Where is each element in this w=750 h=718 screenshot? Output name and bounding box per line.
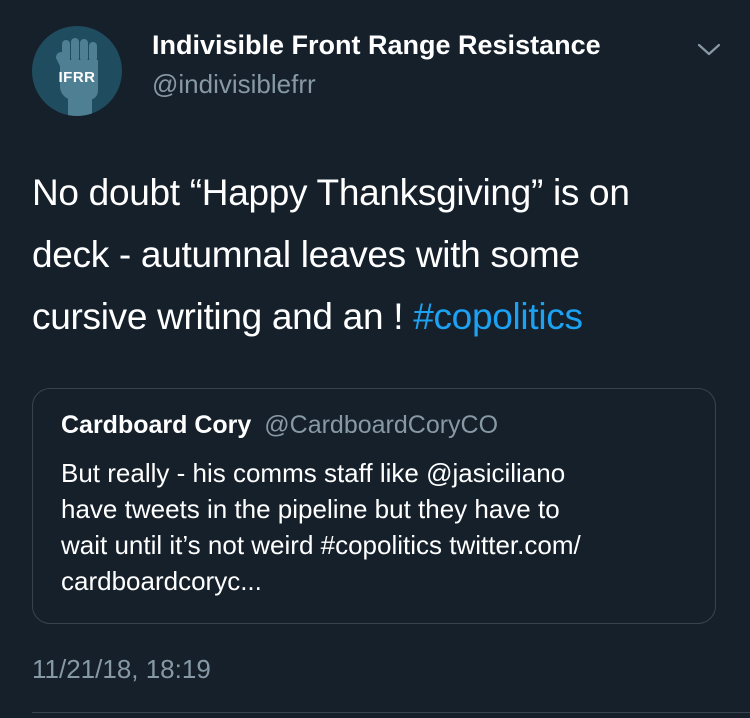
author-display-name[interactable]: Indivisible Front Range Resistance (152, 30, 601, 61)
quoted-text-line: But really - his comms staff like @jasic… (61, 458, 566, 488)
author-handle[interactable]: @indivisiblefrr (152, 69, 316, 100)
quoted-tweet-card[interactable]: Cardboard Cory @CardboardCoryCO But real… (32, 388, 716, 624)
quoted-text-line: have tweets in the pipeline but they hav… (61, 494, 560, 524)
avatar-label: IFRR (58, 69, 96, 86)
hashtag-link[interactable]: #copolitics (413, 296, 583, 337)
quoted-text-line: cardboardcoryc... (61, 566, 262, 596)
tweet-text-line: deck - autumnal leaves with some (32, 234, 580, 275)
tweet-text: No doubt “Happy Thanksgiving” is on deck… (32, 162, 722, 348)
quoted-tweet-text: But really - his comms staff like @jasic… (61, 455, 701, 599)
tweet-text-line: cursive writing and an ! #copolitics (32, 286, 722, 348)
tweet-text-line: No doubt “Happy Thanksgiving” is on (32, 172, 630, 213)
divider (32, 712, 750, 713)
chevron-down-icon[interactable] (694, 40, 724, 60)
quoted-author-handle: @CardboardCoryCO (264, 411, 499, 439)
tweet-text-fragment: cursive writing and an ! (32, 296, 414, 337)
quoted-author-name: Cardboard Cory (61, 411, 252, 439)
tweet: IFRR Indivisible Front Range Resistance … (0, 0, 750, 718)
tweet-timestamp[interactable]: 11/21/18, 18:19 (32, 654, 211, 685)
avatar[interactable]: IFRR (32, 26, 122, 116)
quoted-tweet-header: Cardboard Cory @CardboardCoryCO (61, 411, 498, 440)
quoted-text-line: wait until it’s not weird #copolitics tw… (61, 530, 581, 560)
